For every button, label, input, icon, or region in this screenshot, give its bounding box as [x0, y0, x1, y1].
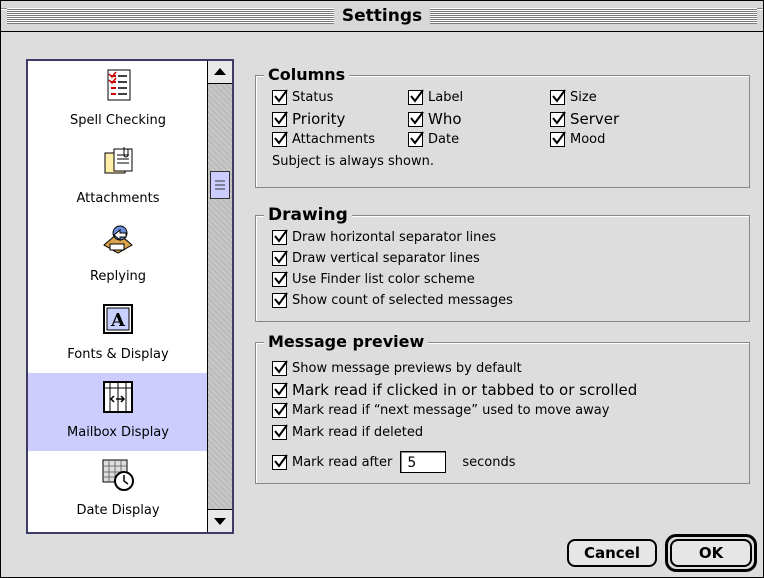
vertical-separator-checkbox[interactable]: Draw vertical separator lines: [272, 250, 480, 266]
sidebar-item-label: Attachments: [76, 191, 160, 206]
checkbox-checked-icon: [272, 271, 288, 287]
sidebar-item-label: Mailbox Display: [67, 425, 169, 440]
seconds-unit-label: seconds: [462, 454, 516, 470]
drawing-group: Drawing Draw horizontal separator lines …: [255, 205, 750, 322]
subject-note: Subject is always shown.: [272, 154, 434, 169]
checkbox-checked-icon: [408, 110, 424, 127]
column-size-checkbox[interactable]: Size: [550, 89, 597, 105]
show-selected-count-checkbox[interactable]: Show count of selected messages: [272, 292, 513, 308]
spell-checking-icon: [100, 67, 136, 103]
checkbox-checked-icon: [272, 229, 288, 245]
attachments-icon: [100, 145, 136, 181]
checkbox-checked-icon: [272, 250, 288, 266]
scrollbar-thumb[interactable]: [210, 171, 230, 199]
checkbox-checked-icon: [272, 110, 288, 127]
column-priority-checkbox[interactable]: Priority: [272, 110, 345, 128]
replying-icon: [100, 223, 136, 259]
mark-read-next-message-checkbox[interactable]: Mark read if “next message” used to move…: [272, 402, 610, 418]
settings-category-list[interactable]: Spell Checking Attachments Replying A Fo…: [26, 59, 234, 534]
sidebar-item-attachments[interactable]: Attachments: [28, 139, 208, 217]
checkbox-label: Server: [570, 110, 620, 128]
mark-read-seconds-input[interactable]: 5: [400, 451, 447, 473]
horizontal-separator-checkbox[interactable]: Draw horizontal separator lines: [272, 229, 497, 245]
message-preview-group-title: Message preview: [264, 332, 429, 352]
date-display-icon: [100, 457, 136, 493]
checkbox-checked-icon: [272, 381, 288, 398]
column-label-checkbox[interactable]: Label: [408, 89, 464, 105]
sidebar-item-label: Spell Checking: [70, 113, 166, 128]
columns-group: Columns Status Label Size Priority Who S…: [255, 65, 750, 188]
message-preview-group: Message preview Show message previews by…: [255, 332, 750, 484]
fonts-display-icon: A: [100, 301, 136, 337]
checkbox-label: Show count of selected messages: [292, 293, 513, 308]
column-attachments-checkbox[interactable]: Attachments: [272, 131, 375, 147]
scroll-down-arrow-icon[interactable]: [208, 509, 232, 532]
checkbox-label: Use Finder list color scheme: [292, 272, 475, 287]
checkbox-label: Status: [292, 90, 334, 105]
checkbox-label: Attachments: [292, 132, 375, 147]
column-status-checkbox[interactable]: Status: [272, 89, 334, 105]
checkbox-checked-icon: [550, 110, 566, 127]
cancel-button[interactable]: Cancel: [567, 539, 657, 567]
sidebar-item-fonts-display[interactable]: A Fonts & Display: [28, 295, 208, 373]
column-server-checkbox[interactable]: Server: [550, 110, 619, 128]
sidebar-item-spell-checking[interactable]: Spell Checking: [28, 61, 208, 139]
show-previews-checkbox[interactable]: Show message previews by default: [272, 360, 522, 376]
checkbox-checked-icon: [408, 89, 424, 105]
checkbox-label: Priority: [292, 110, 346, 128]
scroll-up-arrow-icon[interactable]: [208, 61, 232, 84]
column-who-checkbox[interactable]: Who: [408, 110, 462, 128]
columns-group-title: Columns: [264, 65, 350, 85]
checkbox-checked-icon: [550, 89, 566, 105]
checkbox-label: Label: [428, 90, 464, 105]
finder-color-scheme-checkbox[interactable]: Use Finder list color scheme: [272, 271, 475, 287]
checkbox-label: Date: [428, 132, 460, 147]
checkbox-checked-icon: [272, 424, 288, 440]
column-mood-checkbox[interactable]: Mood: [550, 131, 606, 147]
checkbox-checked-icon: [408, 131, 424, 147]
sidebar-item-label: Replying: [89, 269, 147, 284]
checkbox-label: Mood: [570, 132, 606, 147]
sidebar-item-label: Fonts & Display: [67, 347, 169, 362]
checkbox-checked-icon: [272, 292, 288, 308]
settings-window: Settings Spell Checking Attachments Repl…: [0, 0, 764, 578]
title-bar[interactable]: Settings: [1, 1, 763, 32]
svg-text:A: A: [110, 310, 126, 331]
checkbox-label: Draw horizontal separator lines: [292, 230, 497, 245]
checkbox-label: Mark read after: [292, 454, 393, 470]
checkbox-label: Draw vertical separator lines: [292, 251, 480, 266]
window-title: Settings: [333, 5, 431, 27]
checkbox-checked-icon: [272, 360, 288, 376]
mark-read-clicked-checkbox[interactable]: Mark read if clicked in or tabbed to or …: [272, 381, 637, 399]
checkbox-label: Who: [428, 110, 462, 128]
scrollbar-track[interactable]: [208, 84, 232, 509]
checkbox-label: Mark read if deleted: [292, 425, 424, 440]
mark-read-after-checkbox[interactable]: Mark read after 5 seconds: [272, 451, 516, 473]
checkbox-checked-icon: [272, 131, 288, 147]
column-date-checkbox[interactable]: Date: [408, 131, 460, 147]
mark-read-deleted-checkbox[interactable]: Mark read if deleted: [272, 424, 424, 440]
sidebar-item-replying[interactable]: Replying: [28, 217, 208, 295]
checkbox-label: Size: [570, 90, 597, 105]
checkbox-checked-icon: [272, 453, 288, 470]
ok-button[interactable]: OK: [670, 539, 752, 567]
checkbox-checked-icon: [550, 131, 566, 147]
checkbox-checked-icon: [272, 89, 288, 105]
mailbox-display-icon: [100, 379, 136, 415]
sidebar-scrollbar[interactable]: [207, 61, 232, 532]
checkbox-label: Mark read if “next message” used to move…: [292, 403, 610, 418]
sidebar-item-date-display[interactable]: Date Display: [28, 451, 208, 529]
drawing-group-title: Drawing: [264, 205, 352, 225]
checkbox-label: Mark read if clicked in or tabbed to or …: [292, 381, 638, 399]
checkbox-label: Show message previews by default: [292, 361, 522, 376]
sidebar-item-mailbox-display[interactable]: Mailbox Display: [28, 373, 208, 451]
checkbox-checked-icon: [272, 402, 288, 418]
sidebar-item-label: Date Display: [76, 503, 160, 518]
